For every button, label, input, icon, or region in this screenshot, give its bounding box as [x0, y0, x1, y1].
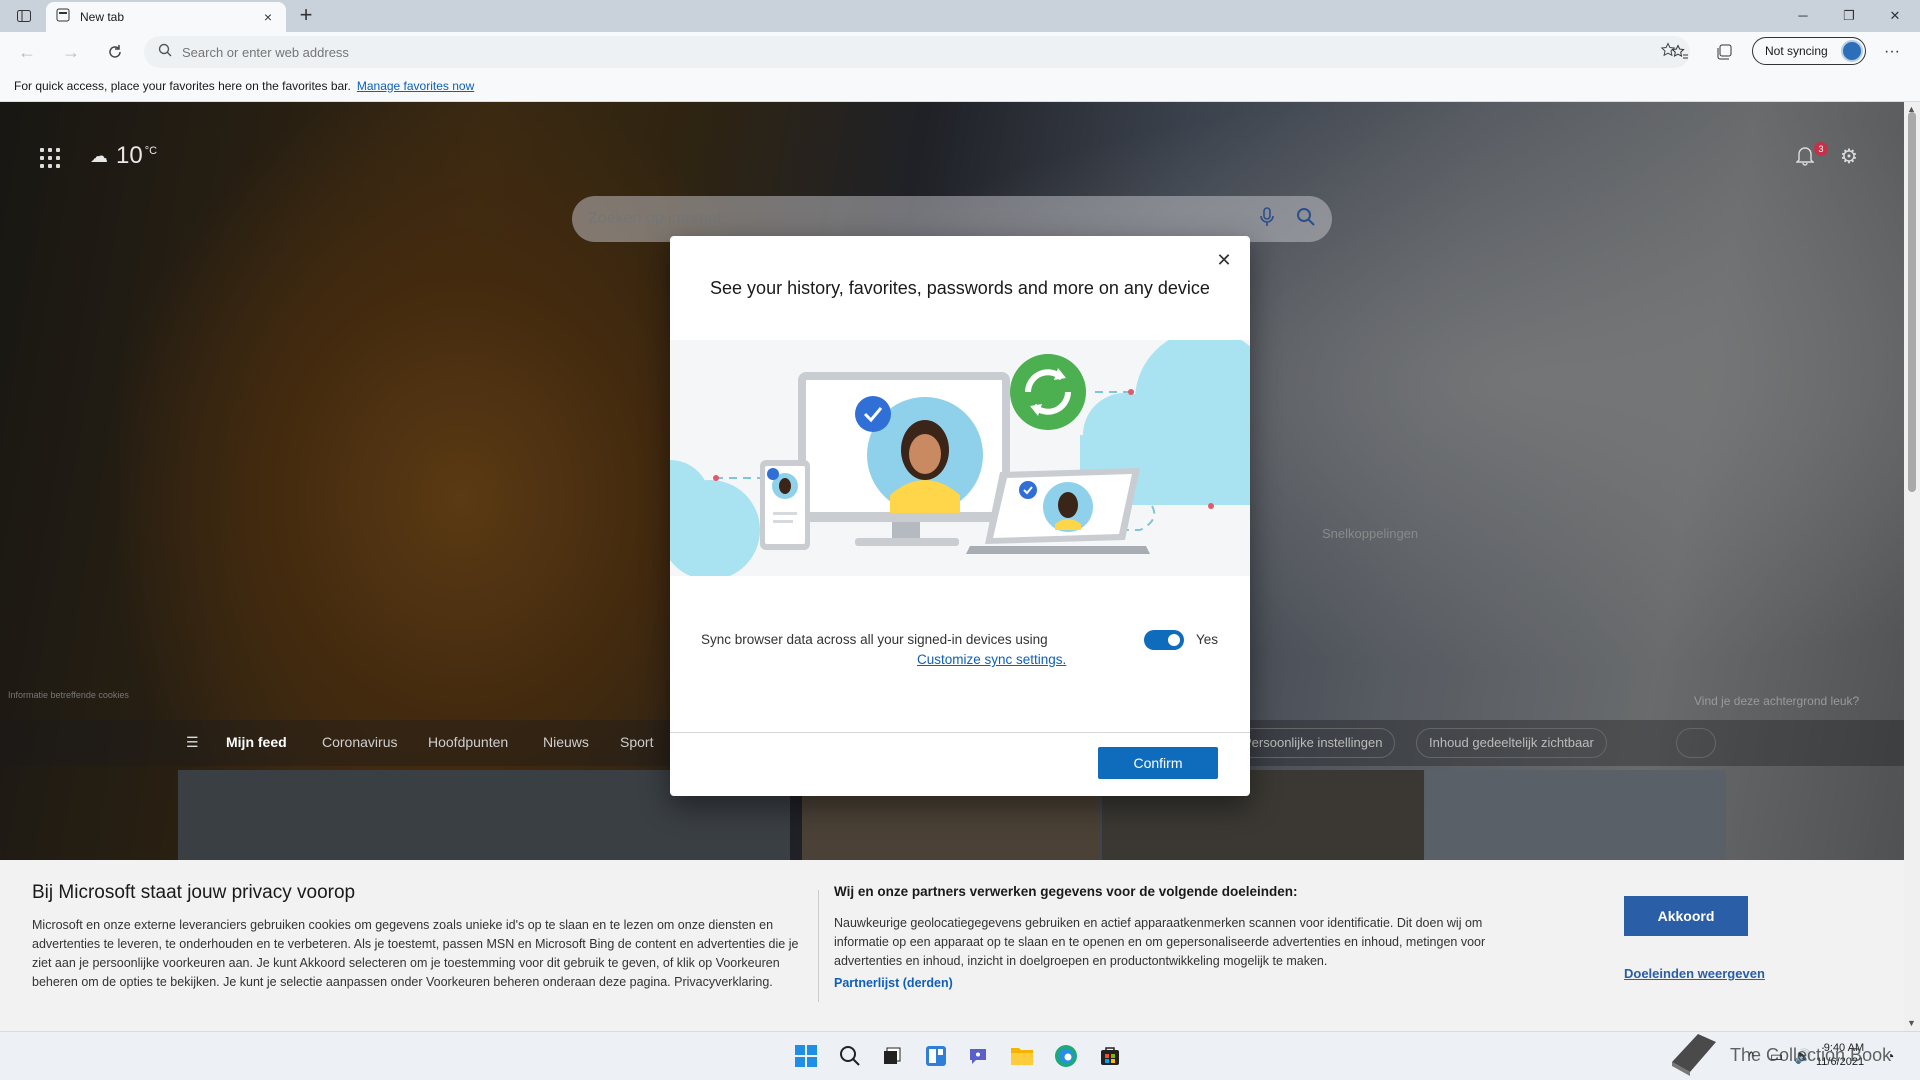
tab-close-icon[interactable]: ×	[260, 9, 276, 25]
refresh-icon[interactable]	[102, 39, 128, 65]
weather-widget[interactable]: ☁ 10 °C	[90, 142, 157, 170]
privacy-purposes-body: Nauwkeurige geolocatiegegevens gebruiken…	[834, 916, 1486, 968]
weather-temperature: 10	[116, 142, 143, 169]
layout-toggle-icon[interactable]	[1676, 728, 1716, 758]
sync-dialog: ✕ See your history, favorites, passwords…	[670, 236, 1250, 796]
sync-description: Sync browser data across all your signed…	[701, 632, 1048, 647]
privacy-purposes-title: Wij en onze partners verwerken gegevens …	[834, 884, 1298, 899]
apps-launcher-icon[interactable]	[40, 148, 60, 168]
browser-toolbar: ← → Not syncing ···	[0, 32, 1920, 70]
address-input[interactable]	[182, 44, 1562, 60]
dialog-title: See your history, favorites, passwords a…	[710, 278, 1210, 298]
notifications-bell-icon[interactable]	[1795, 146, 1815, 171]
confirm-button[interactable]: Confirm	[1098, 747, 1218, 779]
favorites-icon[interactable]	[1668, 40, 1692, 64]
tab-title: New tab	[80, 10, 125, 24]
feed-tab-mijn-feed[interactable]: Mijn feed	[226, 734, 287, 750]
new-tab-page-icon	[56, 8, 70, 27]
close-window-button[interactable]: ✕	[1872, 4, 1918, 28]
restore-button[interactable]: ❐	[1826, 4, 1872, 28]
feed-menu-icon[interactable]: ☰	[186, 734, 199, 751]
windows-start-icon[interactable]	[792, 1042, 820, 1070]
scrollbar-thumb[interactable]	[1908, 112, 1916, 492]
sync-status-label: Not syncing	[1765, 44, 1828, 58]
forward-icon[interactable]: →	[58, 39, 84, 65]
search-taskbar-icon[interactable]	[836, 1042, 864, 1070]
web-search-input[interactable]	[588, 210, 1238, 228]
back-icon[interactable]: ←	[14, 39, 40, 65]
edge-browser-icon[interactable]	[1052, 1042, 1080, 1070]
widgets-icon[interactable]	[922, 1042, 950, 1070]
view-purposes-link[interactable]: Doeleinden weergeven	[1624, 966, 1765, 981]
shortcuts-toggle[interactable]: Snelkoppelingen	[1322, 526, 1418, 541]
weather-unit: °C	[144, 145, 158, 157]
privacy-divider	[818, 890, 819, 1002]
privacy-title: Bij Microsoft staat jouw privacy voorop	[32, 882, 356, 903]
microsoft-store-icon[interactable]	[1096, 1042, 1124, 1070]
tab-new-tab[interactable]: New tab ×	[46, 2, 286, 32]
minimize-button[interactable]: ─	[1780, 4, 1826, 28]
partner-list-link[interactable]: Partnerlijst (derden)	[834, 976, 953, 990]
search-submit-icon[interactable]	[1296, 207, 1316, 232]
scroll-down-icon[interactable]: ▼	[1907, 1018, 1916, 1028]
avatar	[1841, 40, 1863, 62]
book-icon	[1668, 1028, 1720, 1080]
feed-tab-hoofdpunten[interactable]: Hoofdpunten	[428, 734, 508, 750]
personal-settings-button[interactable]: Persoonlijke instellingen	[1230, 728, 1396, 758]
privacy-consent-banner: Bij Microsoft staat jouw privacy voorop …	[0, 860, 1904, 1031]
cloud-icon: ☁	[90, 145, 108, 166]
address-bar[interactable]	[144, 36, 1690, 68]
sync-toggle-label: Yes	[1196, 632, 1219, 647]
sync-illustration	[670, 340, 1250, 576]
cookie-info-link[interactable]: Informatie betreffende cookies	[8, 690, 129, 700]
watermark: The Collection Book	[1668, 1028, 1891, 1080]
collections-icon[interactable]	[1712, 40, 1736, 64]
windows-taskbar: ^ ▭ 🔊 9:40 AM 11/6/2021 ◔	[0, 1031, 1920, 1080]
search-icon	[158, 43, 172, 62]
teams-chat-icon[interactable]	[964, 1042, 992, 1070]
favorites-bar-message: For quick access, place your favorites h…	[14, 78, 351, 93]
page-settings-gear-icon[interactable]: ⚙	[1840, 144, 1858, 169]
manage-favorites-link[interactable]: Manage favorites now	[357, 79, 474, 93]
customize-sync-link[interactable]: Customize sync settings.	[917, 652, 1066, 667]
accept-button[interactable]: Akkoord	[1624, 896, 1748, 936]
microphone-icon[interactable]	[1260, 206, 1274, 232]
page-scrollbar[interactable]: ▲ ▼	[1904, 102, 1920, 1031]
feed-tab-coronavirus[interactable]: Coronavirus	[322, 734, 397, 750]
feed-tab-nieuws[interactable]: Nieuws	[543, 734, 589, 750]
favorites-bar: For quick access, place your favorites h…	[0, 70, 1920, 102]
watermark-text: The Collection Book	[1730, 1045, 1892, 1065]
toggle-knob	[1168, 634, 1180, 646]
new-tab-button[interactable]: +	[294, 4, 318, 28]
sync-toggle[interactable]	[1144, 630, 1184, 650]
privacy-body: Microsoft en onze externe leveranciers g…	[32, 918, 799, 989]
notification-badge: 3	[1814, 142, 1828, 156]
title-bar: New tab × + ─ ❐ ✕	[0, 0, 1920, 32]
tab-actions-icon[interactable]	[10, 6, 38, 26]
task-view-icon[interactable]	[878, 1042, 906, 1070]
dialog-close-icon[interactable]: ✕	[1214, 250, 1234, 270]
feed-tab-sport[interactable]: Sport	[620, 734, 653, 750]
content-visibility-dropdown[interactable]: Inhoud gedeeltelijk zichtbaar	[1416, 728, 1607, 758]
file-explorer-icon[interactable]	[1008, 1042, 1036, 1070]
profile-sync-button[interactable]: Not syncing	[1752, 37, 1866, 65]
more-options-icon[interactable]: ···	[1880, 40, 1904, 64]
dialog-footer: Confirm	[670, 732, 1250, 796]
background-feedback-link[interactable]: Vind je deze achtergrond leuk?	[1694, 694, 1859, 708]
